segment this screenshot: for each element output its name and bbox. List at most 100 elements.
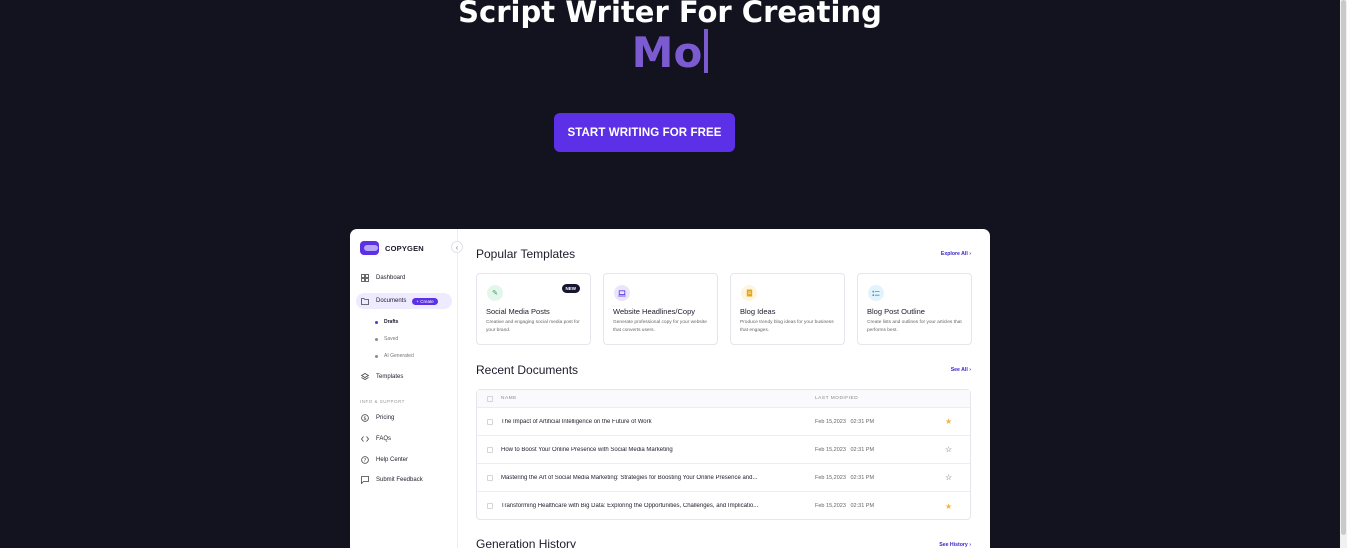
row-checkbox[interactable] bbox=[487, 446, 493, 453]
document-name: Mastering the Art of Social Media Market… bbox=[501, 474, 758, 481]
time-text: 02:31 PM bbox=[850, 418, 875, 425]
time-text: 02:31 PM bbox=[850, 474, 875, 481]
sidebar-item-label: Submit Feedback bbox=[376, 477, 423, 483]
sidebar-subitem-saved[interactable]: Saved bbox=[375, 336, 398, 342]
star-filled-icon[interactable]: ★ bbox=[945, 502, 952, 511]
time-text: 02:31 PM bbox=[850, 503, 875, 509]
sidebar-item-faqs[interactable]: FAQs bbox=[356, 431, 452, 447]
row-checkbox[interactable] bbox=[487, 418, 493, 425]
recent-documents-title: Recent Documents bbox=[476, 363, 579, 377]
scrollbar-thumb[interactable] bbox=[1341, 0, 1346, 535]
logo[interactable]: COPYGEN bbox=[360, 241, 424, 255]
collapse-sidebar-button[interactable]: ‹ bbox=[451, 241, 463, 253]
template-card-social-media[interactable]: ✎ NEW Social Media Posts Creative and en… bbox=[476, 273, 591, 345]
template-title: Blog Ideas bbox=[740, 307, 776, 316]
time-text: 02:31 PM bbox=[850, 446, 875, 453]
bullet-icon bbox=[375, 337, 378, 341]
link-label: See All bbox=[950, 367, 968, 373]
sidebar-subitem-ai-generated[interactable]: AI Generated bbox=[375, 353, 414, 359]
laptop-icon bbox=[614, 285, 630, 301]
sidebar-item-templates[interactable]: Templates bbox=[356, 369, 452, 385]
template-title: Website Headlines/Copy bbox=[613, 307, 695, 316]
template-desc: Creative and engaging social media post … bbox=[486, 320, 580, 333]
table-row[interactable]: How to Boost Your Online Presence with S… bbox=[477, 436, 970, 464]
sidebar-item-documents[interactable]: Documents + Create bbox=[356, 293, 452, 309]
sidebar-item-pricing[interactable]: $ Pricing bbox=[356, 410, 452, 426]
table-row[interactable]: Transforming Healthcare with Big Data: E… bbox=[477, 492, 970, 520]
sidebar-item-label: Templates bbox=[376, 374, 404, 380]
explore-all-link[interactable]: Explore All › bbox=[941, 251, 971, 257]
document-icon bbox=[741, 285, 757, 301]
document-name: The Impact of Artificial Intelligence on… bbox=[501, 418, 652, 425]
copygen-logo-icon bbox=[360, 241, 379, 255]
star-outline-icon[interactable]: ☆ bbox=[945, 473, 952, 482]
template-card-website-headlines[interactable]: Website Headlines/Copy Generate professi… bbox=[603, 273, 718, 345]
bullet-icon bbox=[375, 354, 378, 358]
sidebar-subitem-drafts[interactable]: Drafts bbox=[375, 319, 398, 325]
column-last-modified: LAST MODIFIED bbox=[815, 396, 859, 401]
template-desc: Create lists and outlines for your artic… bbox=[867, 320, 962, 333]
sidebar-item-label: Documents bbox=[376, 298, 407, 304]
pencil-icon: ✎ bbox=[487, 285, 503, 301]
logo-text: COPYGEN bbox=[385, 243, 424, 253]
popular-templates-title: Popular Templates bbox=[476, 247, 576, 261]
chevron-right-icon: › bbox=[969, 367, 971, 373]
row-checkbox[interactable] bbox=[487, 503, 493, 509]
svg-text:?: ? bbox=[364, 458, 367, 464]
new-badge: NEW bbox=[561, 284, 580, 293]
hero-typed-text: Mo bbox=[0, 28, 1340, 78]
document-modified: Feb 15,2023 02:31 PM bbox=[815, 503, 945, 509]
sub-item-label: AI Generated bbox=[384, 353, 414, 359]
sub-item-label: Drafts bbox=[384, 319, 399, 325]
see-history-link[interactable]: See History › bbox=[939, 542, 971, 548]
date-text: Feb 15,2023 bbox=[815, 474, 846, 481]
code-icon bbox=[360, 434, 370, 444]
date-text: Feb 15,2023 bbox=[815, 418, 846, 425]
dollar-icon: $ bbox=[360, 413, 370, 423]
document-name: Transforming Healthcare with Big Data: E… bbox=[501, 503, 759, 509]
template-card-blog-outline[interactable]: Blog Post Outline Create lists and outli… bbox=[857, 273, 972, 345]
document-modified: Feb 15,2023 02:31 PM bbox=[815, 447, 945, 453]
see-all-link[interactable]: See All › bbox=[951, 367, 971, 373]
create-document-button[interactable]: + Create bbox=[412, 297, 438, 305]
column-name: NAME bbox=[501, 396, 517, 401]
start-writing-button[interactable]: START WRITING FOR FREE bbox=[554, 113, 735, 152]
date-text: Feb 15,2023 bbox=[815, 503, 846, 509]
document-modified: Feb 15,2023 02:31 PM bbox=[815, 475, 945, 481]
sub-item-label: Saved bbox=[384, 336, 399, 342]
template-card-blog-ideas[interactable]: Blog Ideas Produce trendy blog ideas for… bbox=[730, 273, 845, 345]
sidebar-item-label: Dashboard bbox=[376, 275, 406, 281]
svg-text:$: $ bbox=[363, 416, 366, 422]
sidebar-item-dashboard[interactable]: Dashboard bbox=[356, 270, 452, 286]
select-all-checkbox[interactable] bbox=[487, 395, 493, 402]
document-modified: Feb 15,2023 02:31 PM bbox=[815, 419, 945, 425]
table-row[interactable]: Mastering the Art of Social Media Market… bbox=[477, 464, 970, 492]
document-name: How to Boost Your Online Presence with S… bbox=[501, 446, 673, 453]
template-title: Social Media Posts bbox=[486, 307, 550, 316]
sidebar: COPYGEN Dashboard Documents + Create Dra… bbox=[350, 229, 458, 548]
layers-icon bbox=[360, 372, 370, 382]
chevron-right-icon: › bbox=[969, 542, 971, 548]
sidebar-item-submit-feedback[interactable]: Submit Feedback bbox=[356, 472, 452, 488]
page-scrollbar[interactable] bbox=[1340, 0, 1347, 548]
row-checkbox[interactable] bbox=[487, 474, 493, 481]
table-row[interactable]: The Impact of Artificial Intelligence on… bbox=[477, 408, 970, 436]
sidebar-item-help-center[interactable]: ? Help Center bbox=[356, 452, 452, 468]
sidebar-item-label: FAQs bbox=[376, 436, 392, 442]
list-icon bbox=[868, 285, 884, 301]
sidebar-item-label: Pricing bbox=[376, 415, 395, 421]
template-title: Blog Post Outline bbox=[867, 307, 925, 316]
bullet-icon bbox=[375, 320, 378, 324]
star-outline-icon[interactable]: ☆ bbox=[945, 445, 952, 454]
star-filled-icon[interactable]: ★ bbox=[945, 417, 952, 426]
link-label: See History bbox=[939, 542, 968, 548]
recent-documents-table: NAME LAST MODIFIED The Impact of Artific… bbox=[476, 389, 971, 520]
template-desc: Generate professional copy for your webs… bbox=[613, 320, 707, 333]
chevron-left-icon: ‹ bbox=[455, 242, 459, 252]
text-cursor bbox=[704, 29, 709, 73]
main-content: Popular Templates Explore All › ✎ NEW So… bbox=[459, 229, 990, 548]
table-header: NAME LAST MODIFIED bbox=[477, 390, 970, 408]
folder-icon bbox=[360, 296, 370, 306]
typed-word: Mo bbox=[631, 28, 703, 77]
section-label: INFO & SUPPORT bbox=[360, 399, 405, 404]
